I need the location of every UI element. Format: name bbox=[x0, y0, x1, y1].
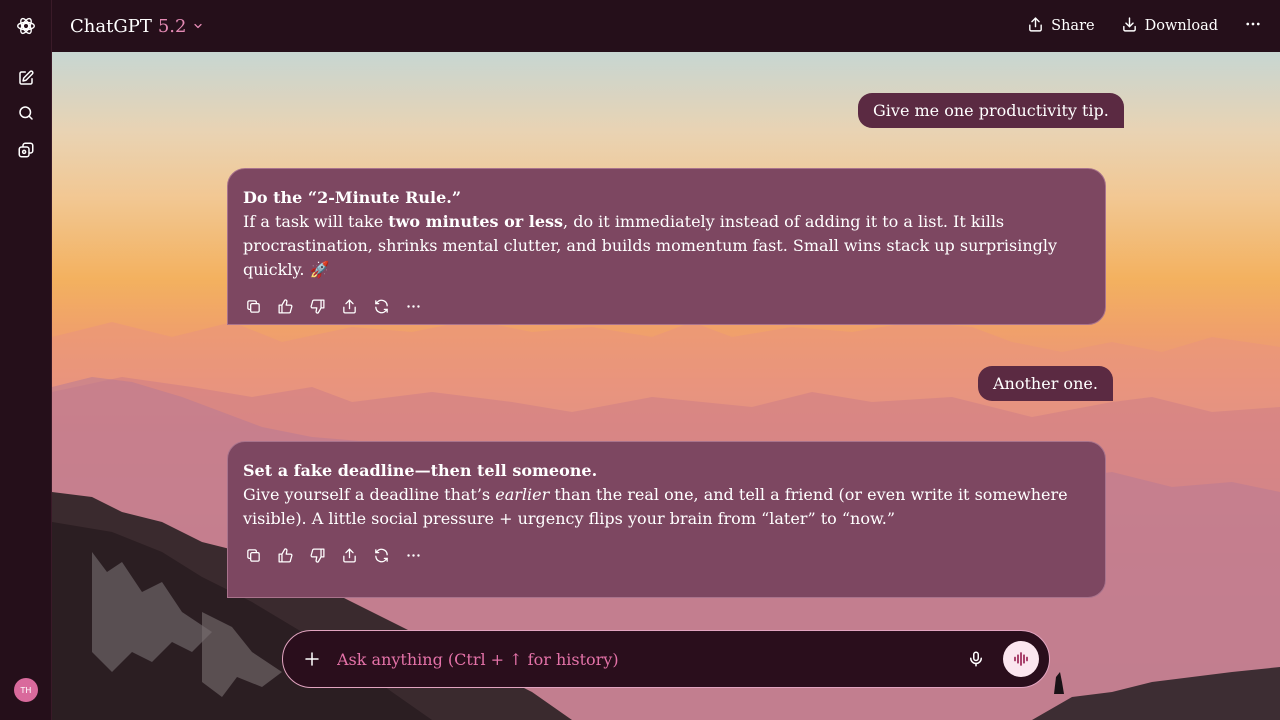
microphone-icon[interactable] bbox=[965, 648, 987, 670]
assistant-message-title: Set a fake deadline—then tell someone. bbox=[243, 461, 598, 480]
share-message-icon[interactable] bbox=[339, 545, 359, 565]
more-icon[interactable] bbox=[1244, 15, 1262, 37]
user-message: Another one. bbox=[978, 366, 1113, 401]
chevron-down-icon bbox=[192, 16, 204, 37]
message-actions bbox=[243, 296, 1090, 316]
header: ChatGPT 5.2 Share Download bbox=[52, 0, 1280, 52]
model-selector[interactable]: ChatGPT 5.2 bbox=[70, 16, 204, 37]
search-icon[interactable] bbox=[14, 101, 38, 125]
copy-icon[interactable] bbox=[243, 296, 263, 316]
openai-logo-icon[interactable] bbox=[14, 14, 38, 38]
sidebar: TH bbox=[0, 0, 52, 720]
prompt-input[interactable] bbox=[337, 649, 965, 669]
assistant-message-body: If a task will take two minutes or less,… bbox=[243, 210, 1090, 282]
user-message: Give me one productivity tip. bbox=[858, 93, 1124, 128]
avatar[interactable]: TH bbox=[14, 678, 38, 702]
library-icon[interactable] bbox=[14, 138, 38, 162]
download-button[interactable]: Download bbox=[1121, 16, 1218, 37]
download-label: Download bbox=[1144, 18, 1218, 34]
share-button[interactable]: Share bbox=[1027, 16, 1095, 37]
model-name: ChatGPT bbox=[70, 15, 152, 37]
download-icon bbox=[1121, 16, 1138, 37]
thumbs-down-icon[interactable] bbox=[307, 296, 327, 316]
assistant-message: Do the “2-Minute Rule.” If a task will t… bbox=[227, 168, 1106, 325]
voice-mode-icon[interactable] bbox=[1003, 641, 1039, 677]
share-label: Share bbox=[1051, 18, 1095, 34]
thumbs-up-icon[interactable] bbox=[275, 545, 295, 565]
header-actions: Share Download bbox=[1027, 0, 1280, 52]
assistant-message: Set a fake deadline—then tell someone. G… bbox=[227, 441, 1106, 598]
composer bbox=[282, 630, 1050, 688]
message-actions bbox=[243, 545, 1090, 565]
share-icon bbox=[1027, 16, 1044, 37]
body-bold-text: two minutes or less bbox=[388, 212, 564, 231]
assistant-message-title: Do the “2-Minute Rule.” bbox=[243, 188, 462, 207]
thumbs-down-icon[interactable] bbox=[307, 545, 327, 565]
regenerate-icon[interactable] bbox=[371, 545, 391, 565]
more-icon[interactable] bbox=[403, 296, 423, 316]
copy-icon[interactable] bbox=[243, 545, 263, 565]
more-icon[interactable] bbox=[403, 545, 423, 565]
body-italic-text: earlier bbox=[495, 485, 550, 504]
plus-icon[interactable] bbox=[301, 648, 323, 670]
thumbs-up-icon[interactable] bbox=[275, 296, 295, 316]
assistant-message-body: Give yourself a deadline that’s earlier … bbox=[243, 483, 1090, 531]
share-message-icon[interactable] bbox=[339, 296, 359, 316]
body-text: If a task will take bbox=[243, 212, 389, 231]
new-chat-icon[interactable] bbox=[14, 66, 38, 90]
regenerate-icon[interactable] bbox=[371, 296, 391, 316]
body-text: Give yourself a deadline that’s bbox=[243, 485, 496, 504]
model-version: 5.2 bbox=[157, 15, 187, 37]
